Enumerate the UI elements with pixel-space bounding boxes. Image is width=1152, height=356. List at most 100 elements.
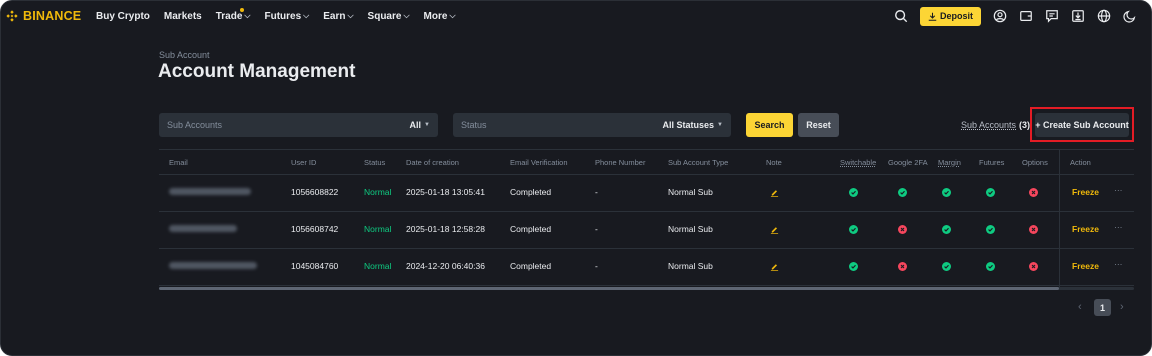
page-title: Account Management: [158, 61, 356, 82]
freeze-button[interactable]: Freeze: [1072, 261, 1099, 271]
margin-check-icon: [942, 188, 951, 197]
nav-right: Deposit: [894, 1, 1137, 31]
col-note: Note: [766, 158, 782, 167]
download-arrow-icon: [928, 12, 937, 21]
binance-logo-icon: [6, 10, 18, 22]
binance-logo[interactable]: BINANCE: [5, 9, 89, 23]
create-sub-account-button[interactable]: + Create Sub Account: [1035, 112, 1129, 137]
nav-item-markets[interactable]: Markets: [164, 11, 202, 22]
nav-menu: Buy Crypto Markets Trade ⌵ Futures ⌵ Earn ⌵ Squa…: [89, 7, 463, 22]
creation-date: 2025-01-18 13:05:41: [406, 187, 485, 197]
sub-accounts-value-text: All: [409, 120, 422, 130]
chevron-down-icon: ⌵: [347, 11, 354, 20]
options-cross-icon: [1029, 225, 1038, 234]
futures-check-icon: [986, 188, 995, 197]
col-status: Status: [364, 158, 386, 167]
phone-number: -: [595, 261, 598, 271]
message-icon[interactable]: [1045, 9, 1059, 23]
col-type: Sub Account Type: [668, 158, 729, 167]
sub-account-type: Normal Sub: [668, 187, 713, 197]
futures-check-icon: [986, 225, 995, 234]
globe-icon[interactable]: [1097, 9, 1111, 23]
divider: [159, 248, 1134, 249]
download-icon[interactable]: [1071, 9, 1085, 23]
google-2fa-cross-icon: [898, 225, 907, 234]
freeze-button[interactable]: Freeze: [1072, 187, 1099, 197]
search-icon[interactable]: [894, 9, 908, 23]
more-options-icon[interactable]: ···: [1114, 222, 1123, 232]
theme-icon[interactable]: [1123, 9, 1137, 23]
sub-accounts-value: All ▼: [410, 120, 430, 130]
col-user-id: User ID: [291, 158, 317, 167]
col-switchable[interactable]: Switchable: [840, 158, 876, 167]
nav-item-label: More: [423, 10, 448, 22]
edit-note-icon[interactable]: [770, 262, 779, 271]
options-cross-icon: [1029, 188, 1038, 197]
brand-name: BINANCE: [23, 9, 82, 23]
nav-item-trade[interactable]: Trade ⌵: [216, 7, 251, 22]
nav-item-earn[interactable]: Earn ⌵: [323, 11, 353, 22]
col-margin[interactable]: Margin: [938, 158, 961, 167]
more-options-icon[interactable]: ···: [1114, 185, 1123, 195]
divider: [159, 285, 1134, 286]
sub-accounts-link[interactable]: Sub Accounts: [961, 120, 1016, 130]
creation-date: 2024-12-20 06:40:36: [406, 261, 485, 271]
nav-item-more[interactable]: More ⌵: [424, 11, 456, 22]
col-futures: Futures: [979, 158, 1005, 167]
switchable-check-icon: [849, 188, 858, 197]
search-button[interactable]: Search: [746, 113, 793, 137]
wallet-icon[interactable]: [1019, 9, 1033, 23]
switchable-check-icon: [849, 262, 858, 271]
edit-note-icon[interactable]: [770, 188, 779, 197]
nav-item-buy-crypto[interactable]: Buy Crypto: [96, 11, 150, 22]
email-redacted: [169, 262, 257, 269]
status-select[interactable]: Status All Statuses ▼: [453, 113, 731, 137]
deposit-button[interactable]: Deposit: [919, 6, 981, 26]
nav-item-label: Markets: [163, 10, 202, 22]
nav-item-label: Buy Crypto: [96, 10, 150, 22]
email-redacted: [169, 225, 237, 232]
user-icon[interactable]: [993, 9, 1007, 23]
options-cross-icon: [1029, 262, 1038, 271]
horizontal-scrollbar[interactable]: [159, 287, 1134, 290]
sub-account-type: Normal Sub: [668, 224, 713, 234]
google-2fa-check-icon: [898, 188, 907, 197]
scrollbar-thumb[interactable]: [159, 287, 1059, 290]
user-id: 1045084760: [291, 261, 339, 271]
breadcrumb[interactable]: Sub Account: [159, 50, 210, 60]
divider: [159, 149, 1134, 150]
nav-item-square[interactable]: Square ⌵: [368, 11, 410, 22]
sub-accounts-table: Email User ID Status Date of creation Em…: [159, 149, 1134, 290]
next-page-button[interactable]: ›: [1120, 301, 1124, 313]
col-action: Action: [1070, 158, 1091, 167]
status-value-text: All Statuses: [662, 120, 715, 130]
creation-date: 2025-01-18 12:58:28: [406, 224, 485, 234]
sub-account-type: Normal Sub: [668, 261, 713, 271]
sub-accounts-placeholder: Sub Accounts: [167, 120, 223, 130]
email-verification: Completed: [510, 187, 552, 197]
reset-button[interactable]: Reset: [798, 113, 839, 137]
user-id: 1056608822: [291, 187, 339, 197]
freeze-button[interactable]: Freeze: [1072, 224, 1099, 234]
caret-down-icon: ▼: [717, 122, 723, 128]
chevron-down-icon: ⌵: [244, 11, 251, 20]
divider: [159, 174, 1134, 175]
sub-accounts-select[interactable]: Sub Accounts All ▼: [159, 113, 438, 137]
email-redacted: [169, 188, 251, 195]
nav-item-futures[interactable]: Futures ⌵: [264, 11, 309, 22]
more-options-icon[interactable]: ···: [1114, 259, 1123, 269]
nav-item-label: Square: [367, 10, 402, 22]
status-placeholder: Status: [461, 120, 487, 130]
user-id: 1056608742: [291, 224, 339, 234]
chevron-down-icon: ⌵: [303, 11, 310, 20]
page-1-button[interactable]: 1: [1094, 299, 1111, 316]
switchable-check-icon: [849, 225, 858, 234]
edit-note-icon[interactable]: [770, 225, 779, 234]
prev-page-button[interactable]: ‹: [1078, 301, 1082, 313]
status-text: Normal: [364, 187, 392, 197]
app-window: BINANCE Buy Crypto Markets Trade ⌵ Futures ⌵ E…: [0, 0, 1152, 356]
col-google-2fa: Google 2FA: [888, 158, 928, 167]
email-verification: Completed: [510, 261, 552, 271]
chevron-down-icon: ⌵: [403, 11, 410, 20]
margin-check-icon: [942, 225, 951, 234]
